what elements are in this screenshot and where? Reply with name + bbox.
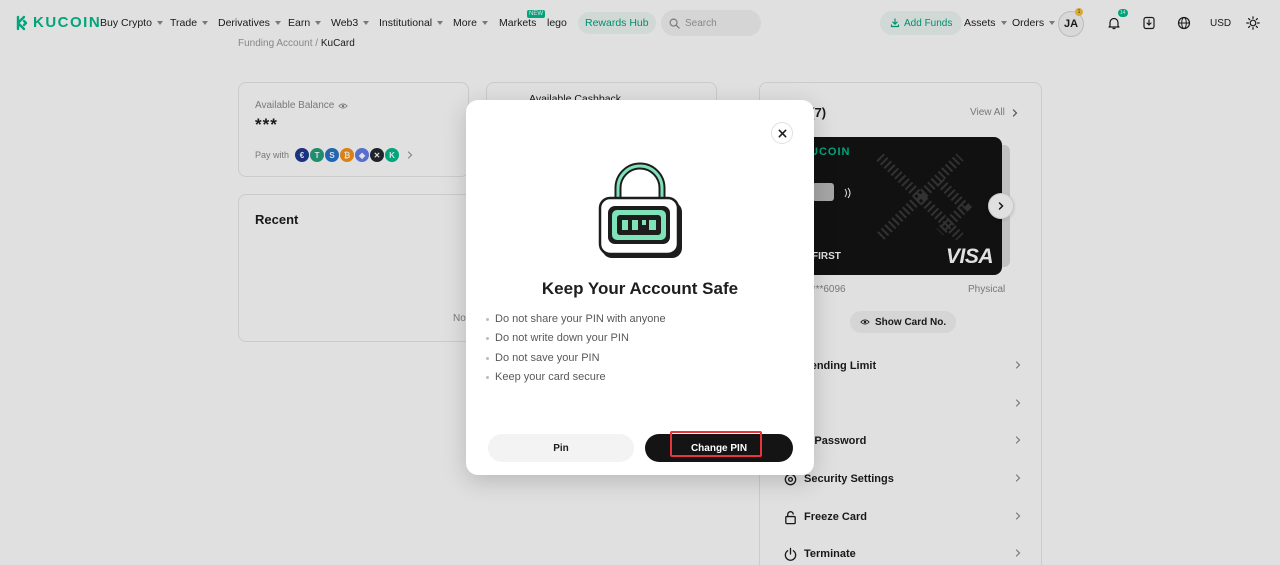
modal-title: Keep Your Account Safe	[541, 279, 739, 298]
tip-text: Do not write down your PIN	[495, 332, 629, 345]
tip-item: Do not save your PIN	[486, 349, 666, 368]
tip-item: Keep your card secure	[486, 368, 666, 387]
tip-text: Keep your card secure	[495, 370, 606, 383]
bullet-icon	[486, 376, 489, 380]
bullet-icon	[486, 356, 489, 360]
bullet-icon	[486, 318, 489, 322]
tip-text: Do not save your PIN	[495, 351, 600, 364]
pin-button[interactable]: Pin	[488, 434, 634, 462]
padlock-illustration-icon	[598, 162, 682, 258]
tip-text: Do not share your PIN with anyone	[495, 313, 666, 325]
close-button[interactable]	[771, 122, 793, 144]
tip-item: Do not share your PIN with anyone	[486, 310, 666, 329]
close-icon	[778, 129, 786, 137]
tip-item: Do not write down your PIN	[486, 329, 666, 348]
pin-safety-tips: Do not share your PIN with anyone Do not…	[486, 310, 666, 387]
bullet-icon	[486, 337, 489, 341]
keep-account-safe-modal: Keep Your Account Safe Do not share your…	[466, 100, 814, 475]
change-pin-button[interactable]: Change PIN	[645, 434, 793, 462]
